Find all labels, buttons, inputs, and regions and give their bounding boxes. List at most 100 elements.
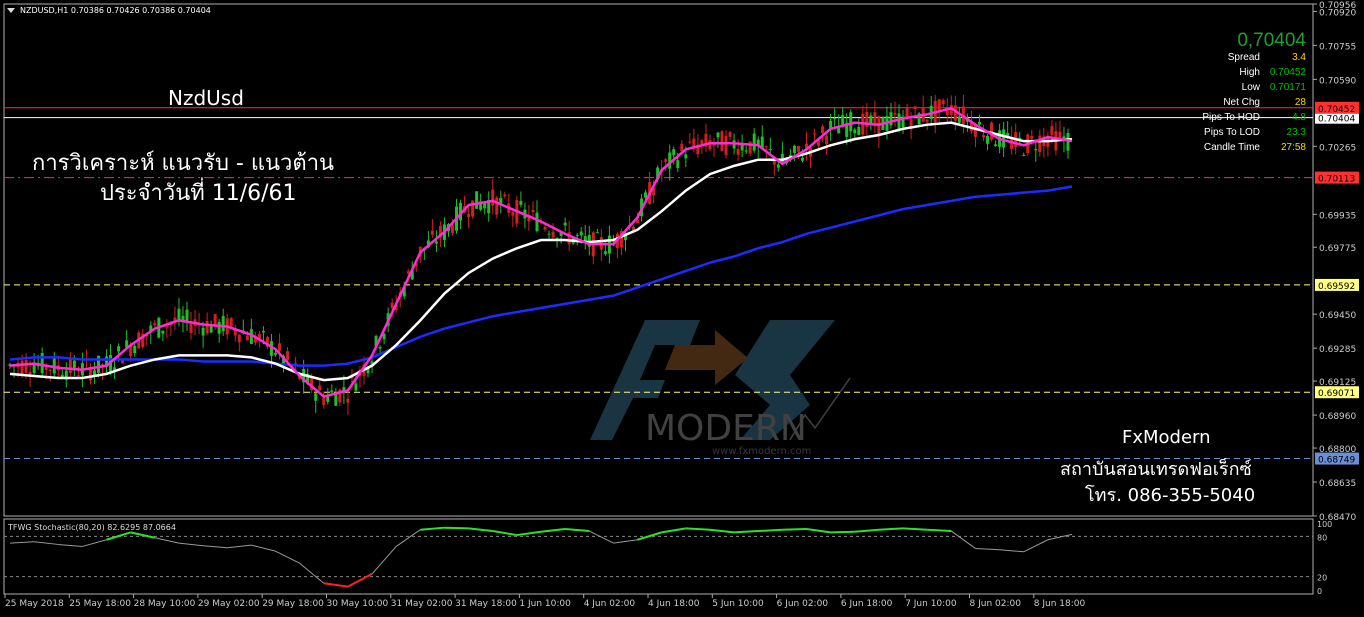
osc-segment [902, 527, 928, 531]
candle-body [189, 323, 193, 333]
y-tick-label-7: 0.69935 [1319, 211, 1356, 221]
candle-body [752, 133, 756, 151]
oscillator-pane-frame [3, 518, 1314, 595]
x-tick-label-9: 4 Jun 02:00 [584, 599, 636, 609]
candle-body [133, 345, 137, 354]
info-row-net-chg: Net Chg 28 [1223, 97, 1306, 108]
candle-body [52, 357, 56, 374]
y-tick-label-5: 0.70265 [1319, 143, 1356, 153]
brand-school: สถาบันสอนเทรดฟอเร็กซ์ [1060, 459, 1252, 480]
osc-segment [565, 528, 590, 533]
candle-body [20, 360, 24, 376]
candle-body [982, 135, 985, 138]
osc-segment [878, 527, 904, 531]
candle-body [833, 118, 837, 120]
candle-body [821, 126, 825, 134]
watermark-url: www.fxmodern.com [712, 446, 811, 457]
info-row-value: 28 [1294, 97, 1306, 108]
info-row-pips-to-lod: Pips To LOD 23.3 [1204, 127, 1306, 138]
candle-body [957, 116, 961, 123]
candle-body [378, 346, 382, 349]
candle-body [796, 146, 800, 152]
candle-body [475, 191, 479, 209]
osc-segment [347, 573, 373, 588]
candle-body [990, 122, 994, 140]
candle-body [24, 360, 28, 373]
level-price-label-3: 0.69592 [1318, 282, 1355, 292]
x-tick-label-8: 1 Jun 10:00 [519, 599, 571, 609]
candle-body [764, 146, 768, 148]
info-row-label: Pips To LOD [1204, 127, 1260, 138]
osc-segment [275, 550, 300, 564]
candle-body [973, 125, 977, 137]
candle-body [688, 141, 692, 143]
brand-name: FxModern [1122, 427, 1211, 448]
chart-window[interactable]: MODERN www.fxmodern.com 0.70404 0.70452 0.70… [0, 0, 1364, 617]
candle-body [1034, 149, 1038, 151]
candle-body [153, 323, 157, 326]
osc-segment [540, 528, 566, 533]
level-price-label-0: 0.70404 [1318, 115, 1355, 125]
symbol-header: NZDUSD,H1 0.70386 0.70426 0.70386 0.7040… [20, 6, 211, 15]
candle-body [278, 343, 282, 351]
osc-segment [444, 526, 469, 530]
chart-title: NzdUsd [168, 86, 244, 110]
candle-body [48, 370, 52, 372]
candle-body [92, 370, 96, 375]
osc-segment [975, 547, 1000, 551]
candle-body [913, 106, 917, 110]
candle-body [925, 119, 929, 122]
osc-segment [420, 526, 445, 531]
candle-body [792, 145, 796, 154]
x-tick-label-6: 31 May 02:00 [391, 599, 453, 609]
candle-body [334, 393, 338, 406]
osc-segment [9, 541, 35, 544]
candle-body [664, 159, 668, 162]
x-tick-label-12: 6 Jun 02:00 [777, 599, 829, 609]
candle-body [1030, 135, 1034, 139]
brand-phone: โทร. 086-355-5040 [1085, 485, 1256, 506]
candle-body [483, 202, 487, 209]
candle-body [217, 321, 221, 334]
candle-body [853, 129, 857, 134]
level-price-label-4: 0.69071 [1318, 389, 1355, 399]
candle-body [877, 116, 881, 137]
osc-segment [323, 582, 349, 588]
candle-body [467, 214, 471, 218]
y-tick-label-15: 0.68800 [1319, 445, 1356, 455]
level-price-label-2: 0.70113 [1318, 175, 1355, 185]
candle-body [986, 135, 990, 144]
candle-body [451, 225, 454, 233]
candle-body [491, 189, 495, 206]
osc-segment [709, 528, 735, 534]
candle-body [849, 112, 853, 132]
candle-body [668, 152, 672, 169]
osc-segment [371, 546, 397, 575]
candle-body [1010, 138, 1014, 150]
info-row-pips-to-hod: Pips To HOD 4.8 [1202, 112, 1306, 123]
info-row-low: Low 0.70171 [1242, 82, 1306, 93]
fxmodern-watermark-logo: MODERNwww.fxmodern.com [590, 320, 851, 457]
candle-body [40, 352, 44, 374]
x-tick-label-7: 31 May 18:00 [455, 599, 517, 609]
candle-body [346, 398, 350, 403]
candle-body [977, 121, 981, 125]
info-row-value: 0.70452 [1269, 67, 1306, 78]
candle-body [941, 100, 945, 105]
candle-body [434, 241, 438, 244]
candle-body [322, 397, 326, 406]
y-tick-label-14: 0.68960 [1319, 412, 1356, 422]
x-tick-label-16: 8 Jun 18:00 [1034, 599, 1086, 609]
candle-body [676, 160, 680, 169]
chart-menu-triangle-icon[interactable] [7, 8, 15, 13]
osc-segment [154, 537, 180, 544]
level-price-label-1: 0.70452 [1318, 105, 1355, 115]
candle-body [117, 346, 121, 352]
osc-segment [299, 562, 325, 584]
osc-segment [758, 528, 783, 533]
candle-body [825, 135, 829, 145]
candle-body [563, 222, 567, 226]
osc-segment [516, 530, 542, 537]
candle-body [1022, 154, 1026, 156]
osc-segment [806, 528, 831, 534]
